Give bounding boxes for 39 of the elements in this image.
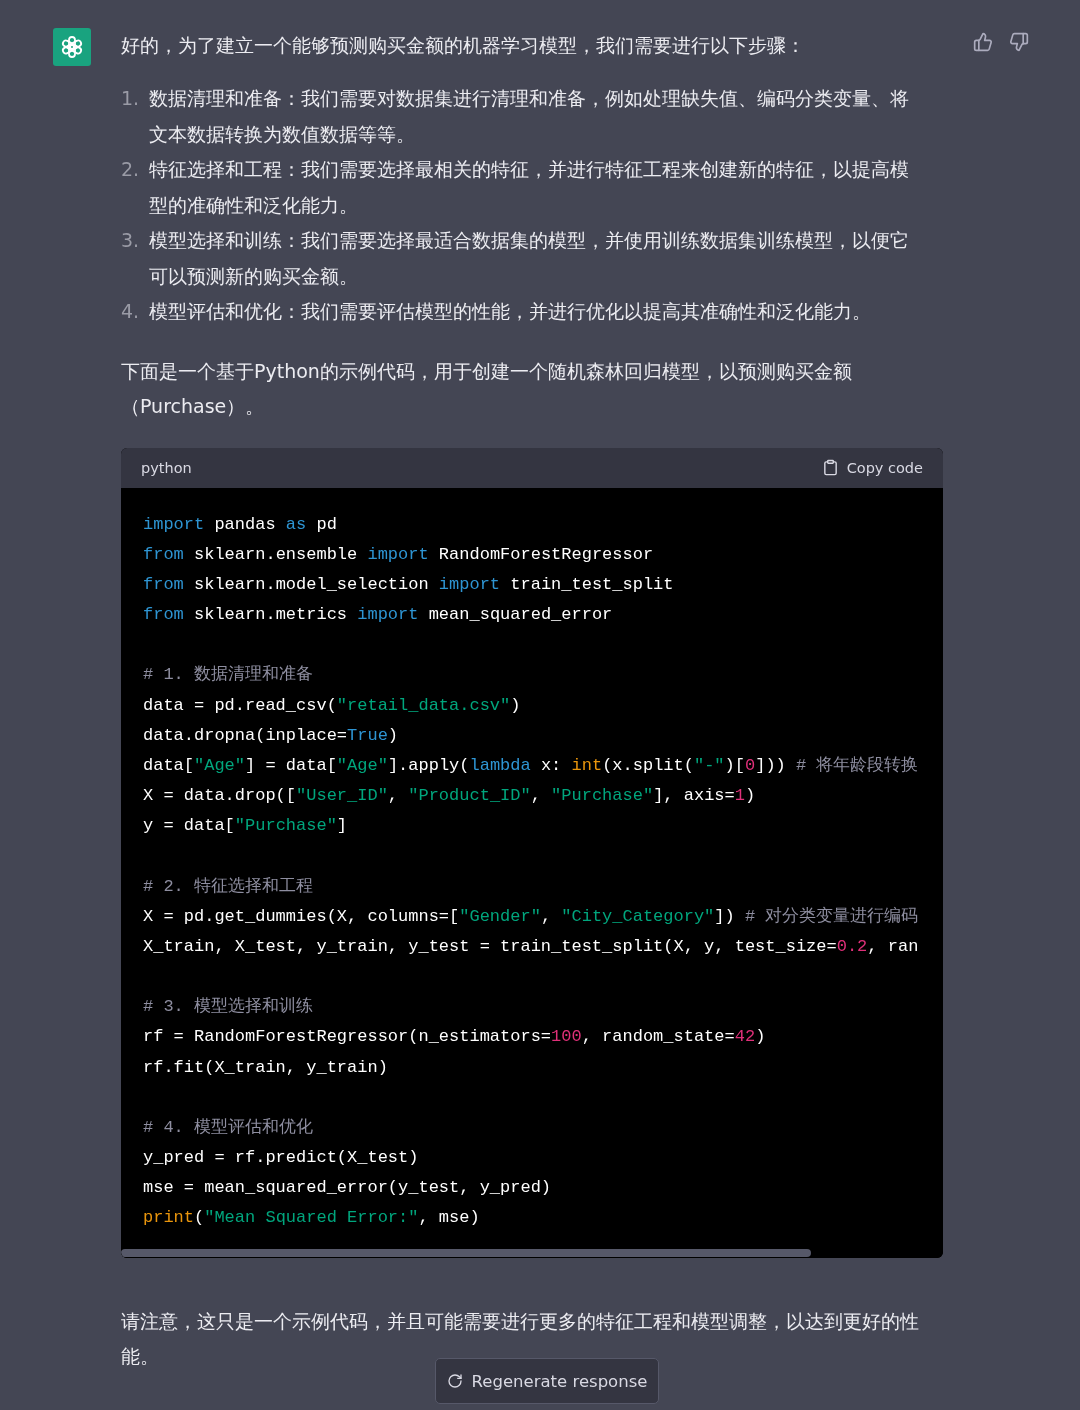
code-line: rf = RandomForestRegressor(n_estimators=100, random_state=42) bbox=[143, 1026, 766, 1049]
code-line: X = pd.get_dummies(X, columns=["Gender", "City_Category"]) # 对分类变量进行编码 bbox=[143, 905, 919, 928]
code-line: X = data.drop(["User_ID", "Product_ID", "Purchase"], axis=1) bbox=[143, 785, 756, 808]
lead-text: 下面是一个基于Python的示例代码，用于创建一个随机森林回归模型，以预测购买金额（Purchase）。 bbox=[121, 358, 853, 419]
code-line: import pandas as pd bbox=[143, 513, 337, 536]
scrollbar-thumb[interactable] bbox=[121, 1248, 812, 1257]
logo-icon bbox=[59, 34, 85, 60]
code-line: data.dropna(inplace=True) bbox=[143, 724, 399, 747]
code-line: data = pd.read_csv("retail_data.csv") bbox=[143, 694, 521, 717]
code-line: from sklearn.ensemble import RandomForestRegressor bbox=[143, 543, 654, 566]
code-line: # 1. 数据清理和准备 bbox=[143, 664, 313, 687]
step-number: 1. bbox=[121, 86, 141, 111]
code-line: # 4. 模型评估和优化 bbox=[143, 1116, 313, 1139]
thumbs-up-icon[interactable] bbox=[973, 32, 993, 52]
refresh-icon bbox=[446, 1373, 463, 1389]
code-line: from sklearn.model_selection import train_test_split bbox=[143, 573, 674, 596]
code-line: # 3. 模型选择和训练 bbox=[143, 996, 313, 1019]
code-line: print("Mean Squared Error:", mse) bbox=[143, 1207, 480, 1230]
code-line: # 2. 特征选择和工程 bbox=[143, 875, 313, 898]
code-line: mse = mean_squared_error(y_test, y_pred) bbox=[143, 1177, 552, 1200]
code-line: rf.fit(X_train, y_train) bbox=[143, 1056, 388, 1079]
step-text: 模型评估和优化：我们需要评估模型的性能，并进行优化以提高其准确性和泛化能力。 bbox=[149, 299, 871, 324]
step-text: 模型选择和训练：我们需要选择最适合数据集的模型，并使用训练数据集训练模型，以便它可以预测新的购买金额。 bbox=[149, 228, 910, 289]
step-number: 2. bbox=[121, 157, 141, 182]
code-line: from sklearn.metrics import mean_squared_error bbox=[143, 604, 613, 627]
thumbs-down-icon[interactable] bbox=[1009, 32, 1029, 52]
clipboard-icon bbox=[821, 459, 839, 476]
code-line: data["Age"] = data["Age"].apply(lambda x: int(x.split("-")[0])) # 将年龄段转换 bbox=[143, 754, 919, 777]
regenerate-button[interactable]: Regenerate response bbox=[435, 1358, 659, 1404]
copy-code-button[interactable]: Copy code bbox=[821, 459, 923, 476]
intro-text: 好的，为了建立一个能够预测购买金额的机器学习模型，我们需要进行以下步骤： bbox=[121, 33, 806, 58]
code-line: y = data["Purchase"] bbox=[143, 815, 348, 838]
step-text: 特征选择和工程：我们需要选择最相关的特征，并进行特征工程来创建新的特征，以提高模型的准确性和泛化能力。 bbox=[149, 157, 910, 218]
code-line: X_train, X_test, y_train, y_test = train_test_split(X, y, test_size=0.2, ran bbox=[143, 935, 919, 958]
step-number: 3. bbox=[121, 228, 141, 253]
language-label: python bbox=[141, 459, 192, 476]
code-line: y_pred = rf.predict(X_test) bbox=[143, 1146, 419, 1169]
step-number: 4. bbox=[121, 299, 141, 324]
step-text: 数据清理和准备：我们需要对数据集进行清理和准备，例如处理缺失值、编码分类变量、将文本数据转换为数值数据等等。 bbox=[149, 86, 910, 147]
